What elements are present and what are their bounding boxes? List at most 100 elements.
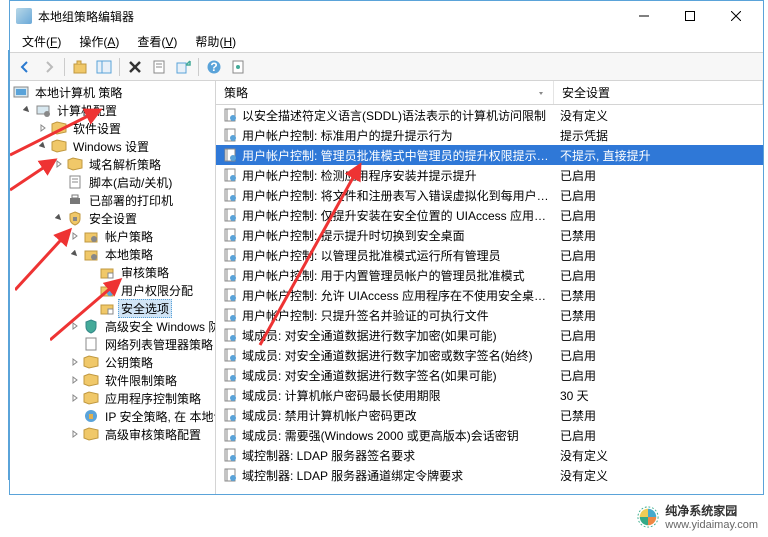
policy-row[interactable]: 用户帐户控制: 标准用户的提升提示行为提示凭据 bbox=[216, 125, 763, 145]
help-button[interactable]: ? bbox=[203, 56, 225, 78]
policy-name: 用户帐户控制: 将文件和注册表写入错误虚拟化到每用户位置 bbox=[242, 187, 554, 204]
policy-row[interactable]: 用户帐户控制: 提示提升时切换到安全桌面已禁用 bbox=[216, 225, 763, 245]
list-body[interactable]: 以安全描述符定义语言(SDDL)语法表示的计算机访问限制没有定义用户帐户控制: … bbox=[216, 105, 763, 494]
policy-row[interactable]: 用户帐户控制: 允许 UIAccess 应用程序在不使用安全桌面的情况下提升已禁… bbox=[216, 285, 763, 305]
policy-name: 以安全描述符定义语言(SDDL)语法表示的计算机访问限制 bbox=[242, 107, 546, 124]
policy-icon bbox=[222, 327, 238, 343]
menubar: 文件(F) 操作(A) 查看(V) 帮助(H) bbox=[10, 31, 763, 53]
policy-setting: 30 天 bbox=[554, 387, 763, 404]
tree-user-rights[interactable]: 用户权限分配 bbox=[12, 281, 213, 299]
policy-icon bbox=[222, 467, 238, 483]
tree-advanced-audit[interactable]: 高级审核策略配置 bbox=[12, 425, 213, 443]
policy-name: 用户帐户控制: 管理员批准模式中管理员的提升权限提示的行为 bbox=[242, 147, 554, 164]
tree-account-policy[interactable]: 帐户策略 bbox=[12, 227, 213, 245]
policy-icon bbox=[222, 407, 238, 423]
policy-name: 用户帐户控制: 用于内置管理员帐户的管理员批准模式 bbox=[242, 267, 525, 284]
tree-software-restrict[interactable]: 软件限制策略 bbox=[12, 371, 213, 389]
properties-button[interactable] bbox=[148, 56, 170, 78]
policy-icon bbox=[222, 367, 238, 383]
policy-name: 域成员: 需要强(Windows 2000 或更高版本)会话密钥 bbox=[242, 427, 519, 444]
policy-row[interactable]: 域成员: 需要强(Windows 2000 或更高版本)会话密钥 已启用 bbox=[216, 425, 763, 445]
app-icon bbox=[16, 8, 32, 24]
policy-row[interactable]: 用户帐户控制: 检测应用程序安装并提示提升 已启用 bbox=[216, 165, 763, 185]
tree-computer-config[interactable]: 计算机配置 bbox=[12, 101, 213, 119]
column-policy[interactable]: 策略 bbox=[216, 81, 554, 104]
policy-name: 用户帐户控制: 仅提升安装在安全位置的 UIAccess 应用程序 bbox=[242, 207, 554, 224]
policy-name: 用户帐户控制: 标准用户的提升提示行为 bbox=[242, 127, 453, 144]
policy-icon bbox=[222, 427, 238, 443]
tree-security-settings[interactable]: 安全设置 bbox=[12, 209, 213, 227]
policy-name: 域控制器: LDAP 服务器通道绑定令牌要求 bbox=[242, 467, 463, 484]
policy-icon bbox=[222, 147, 238, 163]
policy-row[interactable]: 用户帐户控制: 仅提升安装在安全位置的 UIAccess 应用程序已启用 bbox=[216, 205, 763, 225]
tree-pubkey-policy[interactable]: 公钥策略 bbox=[12, 353, 213, 371]
policy-icon bbox=[222, 287, 238, 303]
tree-local-policy[interactable]: 本地策略 bbox=[12, 245, 213, 263]
policy-row[interactable]: 域成员: 对安全通道数据进行数字加密(如果可能)已启用 bbox=[216, 325, 763, 345]
policy-setting: 不提示, 直接提升 bbox=[554, 147, 763, 164]
tree-security-options[interactable]: 安全选项 bbox=[12, 299, 213, 317]
policy-row[interactable]: 域成员: 计算机帐户密码最长使用期限30 天 bbox=[216, 385, 763, 405]
policy-icon bbox=[222, 307, 238, 323]
tree-app-control[interactable]: 应用程序控制策略 bbox=[12, 389, 213, 407]
policy-row[interactable]: 以安全描述符定义语言(SDDL)语法表示的计算机访问限制没有定义 bbox=[216, 105, 763, 125]
watermark-url: www.yidaimay.com bbox=[665, 519, 758, 531]
tree-dns-policy[interactable]: 域名解析策略 bbox=[12, 155, 213, 173]
tree-audit-policy[interactable]: 审核策略 bbox=[12, 263, 213, 281]
policy-name: 用户帐户控制: 检测应用程序安装并提示提升 bbox=[242, 167, 477, 184]
column-setting[interactable]: 安全设置 bbox=[554, 81, 763, 104]
policy-row[interactable]: 用户帐户控制: 将文件和注册表写入错误虚拟化到每用户位置已启用 bbox=[216, 185, 763, 205]
policy-setting: 已启用 bbox=[554, 347, 763, 364]
tree-ip-security[interactable]: IP 安全策略, 在 本地计算机 bbox=[12, 407, 213, 425]
policy-row[interactable]: 用户帐户控制: 管理员批准模式中管理员的提升权限提示的行为不提示, 直接提升 bbox=[216, 145, 763, 165]
policy-row[interactable]: 域成员: 对安全通道数据进行数字签名(如果可能)已启用 bbox=[216, 365, 763, 385]
export-button[interactable] bbox=[172, 56, 194, 78]
policy-setting: 已启用 bbox=[554, 167, 763, 184]
show-hide-tree-button[interactable] bbox=[93, 56, 115, 78]
policy-icon bbox=[222, 107, 238, 123]
watermark-logo-icon bbox=[637, 506, 659, 528]
policy-row[interactable]: 域成员: 禁用计算机帐户密码更改已禁用 bbox=[216, 405, 763, 425]
refresh-button[interactable] bbox=[227, 56, 249, 78]
tree-printers[interactable]: 已部署的打印机 bbox=[12, 191, 213, 209]
toolbar: ? bbox=[10, 53, 763, 81]
close-button[interactable] bbox=[713, 1, 759, 31]
tree-pane[interactable]: 本地计算机 策略 计算机配置 软件设置 Windows 设置 域名解析策略 脚本… bbox=[10, 81, 216, 494]
policy-name: 域成员: 对安全通道数据进行数字签名(如果可能) bbox=[242, 367, 497, 384]
policy-setting: 已启用 bbox=[554, 247, 763, 264]
menu-file[interactable]: 文件(F) bbox=[14, 31, 69, 52]
policy-icon bbox=[222, 387, 238, 403]
delete-button[interactable] bbox=[124, 56, 146, 78]
policy-setting: 已禁用 bbox=[554, 407, 763, 424]
policy-setting: 已启用 bbox=[554, 187, 763, 204]
policy-setting: 没有定义 bbox=[554, 107, 763, 124]
policy-name: 用户帐户控制: 只提升签名并验证的可执行文件 bbox=[242, 307, 489, 324]
tree-network-list[interactable]: 网络列表管理器策略 bbox=[12, 335, 213, 353]
menu-view[interactable]: 查看(V) bbox=[129, 31, 185, 52]
forward-button[interactable] bbox=[38, 56, 60, 78]
tree-scripts[interactable]: 脚本(启动/关机) bbox=[12, 173, 213, 191]
back-button[interactable] bbox=[14, 56, 36, 78]
policy-row[interactable]: 用户帐户控制: 以管理员批准模式运行所有管理员已启用 bbox=[216, 245, 763, 265]
tree-root[interactable]: 本地计算机 策略 bbox=[10, 83, 215, 101]
maximize-button[interactable] bbox=[667, 1, 713, 31]
policy-setting: 已启用 bbox=[554, 427, 763, 444]
menu-help[interactable]: 帮助(H) bbox=[187, 31, 244, 52]
titlebar: 本地组策略编辑器 bbox=[10, 1, 763, 31]
svg-text:?: ? bbox=[210, 60, 217, 74]
minimize-button[interactable] bbox=[621, 1, 667, 31]
policy-icon bbox=[222, 347, 238, 363]
menu-action[interactable]: 操作(A) bbox=[71, 31, 127, 52]
policy-row[interactable]: 域控制器: LDAP 服务器签名要求没有定义 bbox=[216, 445, 763, 465]
policy-icon bbox=[222, 127, 238, 143]
tree-windows-settings[interactable]: Windows 设置 bbox=[12, 137, 213, 155]
policy-row[interactable]: 用户帐户控制: 用于内置管理员帐户的管理员批准模式已启用 bbox=[216, 265, 763, 285]
policy-row[interactable]: 域成员: 对安全通道数据进行数字加密或数字签名(始终)已启用 bbox=[216, 345, 763, 365]
policy-row[interactable]: 域控制器: LDAP 服务器通道绑定令牌要求没有定义 bbox=[216, 465, 763, 485]
tree-advanced-security[interactable]: 高级安全 Windows 防火墙 bbox=[12, 317, 213, 335]
policy-setting: 已启用 bbox=[554, 327, 763, 344]
up-button[interactable] bbox=[69, 56, 91, 78]
policy-setting: 已启用 bbox=[554, 207, 763, 224]
tree-software-settings[interactable]: 软件设置 bbox=[12, 119, 213, 137]
policy-row[interactable]: 用户帐户控制: 只提升签名并验证的可执行文件已禁用 bbox=[216, 305, 763, 325]
